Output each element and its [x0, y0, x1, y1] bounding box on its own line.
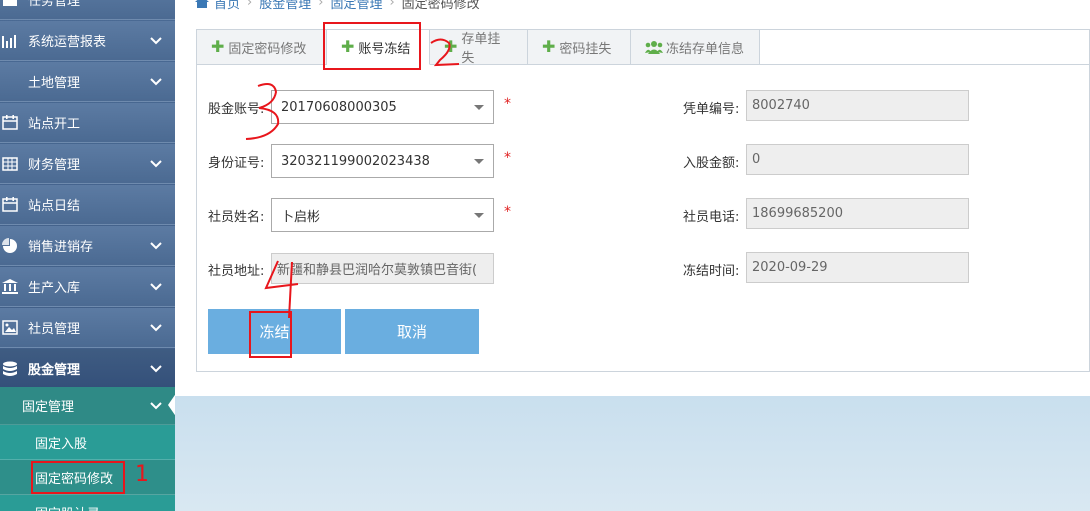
- handwritten-3: [245, 83, 280, 140]
- handwritten-2: [430, 38, 460, 67]
- handwritten-4: [264, 260, 299, 319]
- handwritten-annotations: [245, 38, 460, 319]
